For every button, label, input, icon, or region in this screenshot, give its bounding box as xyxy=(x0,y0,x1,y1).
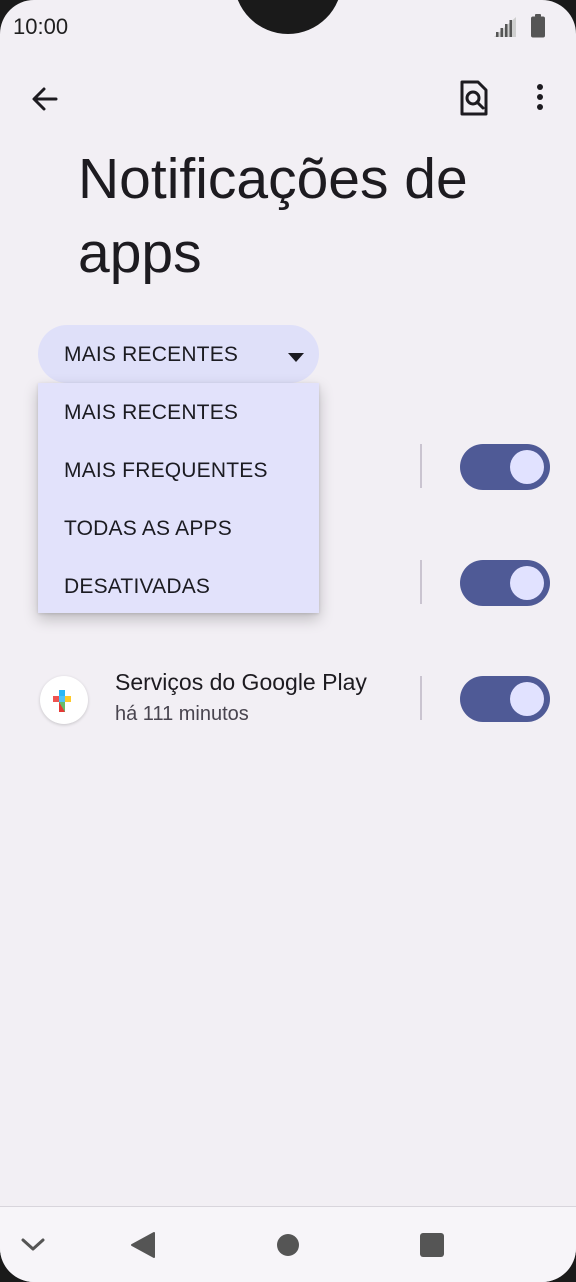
menu-item-label: MAIS RECENTES xyxy=(64,401,239,424)
row-divider xyxy=(420,444,422,488)
page-title: Notificações de apps xyxy=(78,147,468,286)
toggle-knob xyxy=(510,450,544,484)
search-settings-icon xyxy=(460,80,488,116)
status-bar: 10:00 xyxy=(0,0,576,54)
nav-back-icon xyxy=(131,1232,155,1258)
menu-item-todas-as-apps[interactable]: TODAS AS APPS xyxy=(38,499,319,557)
notification-toggle[interactable] xyxy=(460,444,550,490)
menu-item-mais-recentes[interactable]: MAIS RECENTES xyxy=(38,383,319,441)
navigation-bar xyxy=(0,1206,576,1282)
menu-item-label: TODAS AS APPS xyxy=(64,517,232,540)
nav-recents-icon xyxy=(420,1233,444,1257)
battery-icon xyxy=(531,14,545,38)
nav-collapse-button[interactable] xyxy=(14,1207,54,1282)
notification-toggle[interactable] xyxy=(460,676,550,722)
phone-screen: 10:00 Notificações de apps Serviços do G… xyxy=(0,0,576,1282)
toggle-knob xyxy=(510,566,544,600)
filter-dropdown[interactable]: MAIS RECENTES xyxy=(38,325,319,383)
toggle-knob xyxy=(510,682,544,716)
app-last-notified: há 111 minutos xyxy=(115,703,249,725)
back-arrow-icon xyxy=(32,87,58,111)
signal-icon xyxy=(494,17,516,37)
app-row-google-play-services[interactable]: Serviços do Google Play há 111 minutos xyxy=(0,648,576,748)
filter-selected-label: MAIS RECENTES xyxy=(64,343,239,366)
caret-down-icon xyxy=(288,353,304,362)
nav-home-button[interactable] xyxy=(268,1207,308,1282)
google-play-services-icon xyxy=(53,690,71,712)
chevron-down-icon xyxy=(21,1238,45,1251)
row-divider xyxy=(420,560,422,604)
menu-item-label: MAIS FREQUENTES xyxy=(64,459,268,482)
more-options-button[interactable] xyxy=(522,80,558,116)
nav-recents-button[interactable] xyxy=(412,1207,452,1282)
menu-item-mais-frequentes[interactable]: MAIS FREQUENTES xyxy=(38,441,319,499)
row-divider xyxy=(420,676,422,720)
more-vert-icon xyxy=(537,84,543,110)
menu-item-desativadas[interactable]: DESATIVADAS xyxy=(38,557,319,615)
notification-toggle[interactable] xyxy=(460,560,550,606)
filter-menu: MAIS RECENTES MAIS FREQUENTES TODAS AS A… xyxy=(38,383,319,613)
menu-item-label: DESATIVADAS xyxy=(64,575,211,598)
camera-notch xyxy=(234,0,342,34)
app-name: Serviços do Google Play xyxy=(115,669,367,695)
search-settings-button[interactable] xyxy=(454,78,494,118)
back-button[interactable] xyxy=(26,80,64,118)
app-icon xyxy=(40,676,88,724)
status-time: 10:00 xyxy=(13,14,69,39)
nav-back-button[interactable] xyxy=(124,1207,164,1282)
nav-home-icon xyxy=(277,1234,299,1256)
